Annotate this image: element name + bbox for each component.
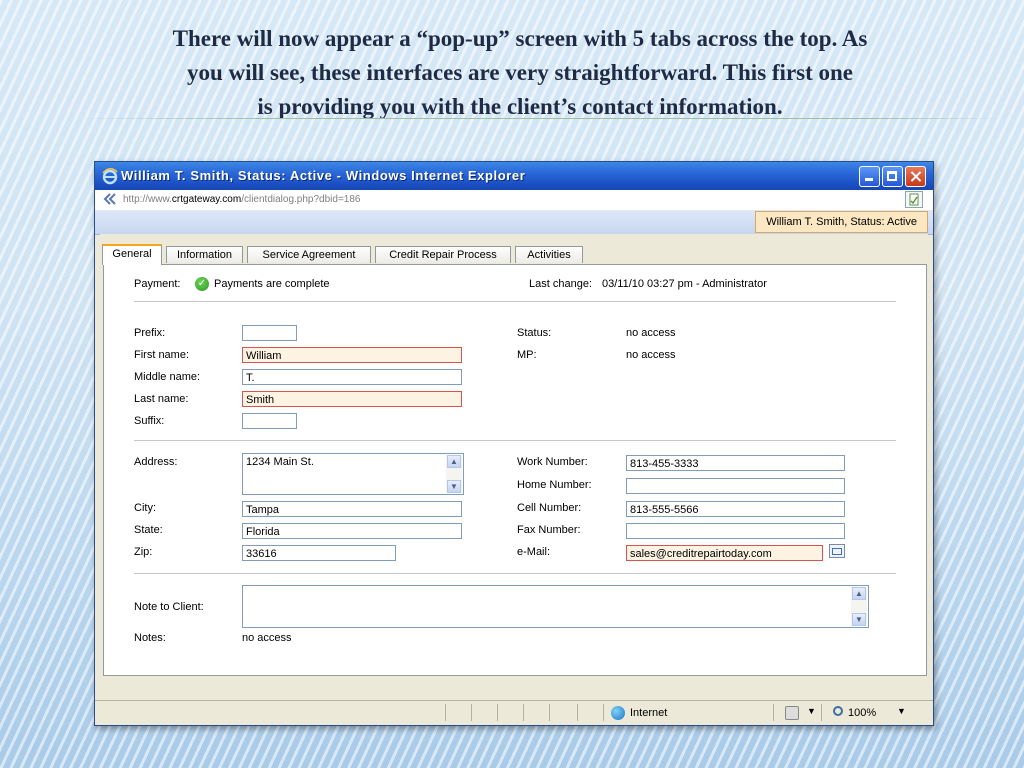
caption-line-2: you will see, these interfaces are very …	[186, 60, 854, 85]
status-value: no access	[626, 327, 676, 339]
status-divider	[549, 704, 550, 721]
zip-label: Zip:	[134, 546, 153, 558]
globe-icon	[611, 706, 625, 720]
address-path: /clientdialog.php?dbid=186	[241, 194, 361, 205]
status-label: Status:	[517, 327, 552, 339]
slide-caption: There will now appear a “pop-up” screen …	[60, 22, 980, 124]
mail-icon[interactable]	[829, 544, 845, 558]
general-panel: Payment: ✓ Payments are complete Last ch…	[103, 264, 927, 676]
minimize-button[interactable]	[859, 166, 880, 187]
payment-label: Payment:	[134, 278, 181, 290]
note-scrollbar[interactable]: ▲ ▼	[851, 587, 867, 626]
status-divider	[821, 704, 822, 721]
page-back-icon	[103, 193, 116, 205]
tab-general[interactable]: General	[102, 244, 162, 265]
title-bar[interactable]: William T. Smith, Status: Active - Windo…	[95, 162, 933, 190]
status-divider	[497, 704, 498, 721]
state-field[interactable]: Florida	[242, 523, 462, 539]
window-title: William T. Smith, Status: Active - Windo…	[121, 168, 526, 183]
middle-name-field[interactable]: T.	[242, 369, 462, 385]
mp-label: MP:	[517, 349, 537, 361]
ie-logo-icon	[102, 167, 118, 185]
fax-number-label: Fax Number:	[517, 524, 581, 536]
address-domain: crtgateway.com	[171, 194, 242, 205]
scroll-down-icon[interactable]: ▼	[852, 613, 866, 626]
notes-value: no access	[242, 632, 292, 644]
client-status-chip: William T. Smith, Status: Active	[755, 211, 928, 233]
dialog-content: General Information Service Agreement Cr…	[100, 234, 928, 700]
email-field[interactable]: sales@creditrepairtoday.com	[626, 545, 823, 561]
security-zone: Internet	[630, 707, 668, 719]
prefix-field[interactable]	[242, 325, 297, 341]
zoom-level[interactable]: 100%	[848, 707, 876, 719]
lock-icon[interactable]	[785, 706, 799, 720]
status-divider	[523, 704, 524, 721]
scroll-down-icon[interactable]: ▼	[447, 480, 461, 493]
divider	[134, 573, 896, 574]
maximize-button[interactable]	[882, 166, 903, 187]
chevron-down-icon[interactable]: ▼	[807, 706, 816, 716]
tab-service-agreement[interactable]: Service Agreement	[247, 246, 371, 263]
note-to-client-label: Note to Client:	[134, 601, 204, 613]
city-field[interactable]: Tampa	[242, 501, 462, 517]
address-label: Address:	[134, 456, 178, 468]
page-icon[interactable]	[905, 191, 923, 208]
close-button[interactable]	[905, 166, 926, 187]
address-bar[interactable]: http://www.crtgateway.com/clientdialog.p…	[95, 190, 933, 211]
status-divider	[471, 704, 472, 721]
checkmark-icon: ✓	[195, 277, 209, 291]
ie-window: William T. Smith, Status: Active - Windo…	[94, 161, 934, 726]
tab-credit-repair-process[interactable]: Credit Repair Process	[375, 246, 511, 263]
status-bar: Internet ▼ 100% ▼	[95, 700, 933, 725]
last-name-field[interactable]: Smith	[242, 391, 462, 407]
cell-number-label: Cell Number:	[517, 502, 582, 514]
address-textarea[interactable]: 1234 Main St. ▲ ▼	[242, 453, 464, 495]
address-scrollbar[interactable]: ▲ ▼	[446, 455, 462, 493]
status-divider	[603, 704, 604, 721]
first-name-label: First name:	[134, 349, 190, 361]
last-change-label: Last change:	[529, 278, 592, 290]
last-change-value: 03/11/10 03:27 pm - Administrator	[602, 278, 767, 290]
first-name-field[interactable]: William	[242, 347, 462, 363]
payment-status: Payments are complete	[214, 278, 330, 290]
scroll-up-icon[interactable]: ▲	[852, 587, 866, 600]
chevron-down-icon[interactable]: ▼	[897, 706, 906, 716]
caption-divider	[76, 118, 1006, 119]
mp-value: no access	[626, 349, 676, 361]
cell-number-field[interactable]: 813-555-5566	[626, 501, 845, 517]
status-divider	[773, 704, 774, 721]
zip-field[interactable]: 33616	[242, 545, 396, 561]
scroll-up-icon[interactable]: ▲	[447, 455, 461, 468]
last-name-label: Last name:	[134, 393, 189, 405]
middle-name-label: Middle name:	[134, 371, 201, 383]
fax-number-field[interactable]	[626, 523, 845, 539]
state-label: State:	[134, 524, 163, 536]
home-number-field[interactable]	[626, 478, 845, 494]
address-url[interactable]: http://www.crtgateway.com/clientdialog.p…	[123, 194, 360, 205]
divider	[134, 440, 896, 441]
suffix-label: Suffix:	[134, 415, 165, 427]
dialog-header: William T. Smith, Status: Active	[95, 210, 933, 235]
city-label: City:	[134, 502, 156, 514]
divider	[134, 301, 896, 302]
tab-information[interactable]: Information	[166, 246, 243, 263]
tab-activities[interactable]: Activities	[515, 246, 583, 263]
home-number-label: Home Number:	[517, 479, 592, 491]
prefix-label: Prefix:	[134, 327, 166, 339]
status-divider	[445, 704, 446, 721]
address-value: 1234 Main St.	[246, 456, 314, 468]
address-prefix: http://www.	[123, 194, 172, 205]
zoom-icon[interactable]	[833, 706, 843, 716]
note-to-client-textarea[interactable]: ▲ ▼	[242, 585, 869, 628]
email-label: e-Mail:	[517, 546, 551, 558]
status-divider	[577, 704, 578, 721]
caption-line-1: There will now appear a “pop-up” screen …	[172, 26, 868, 51]
work-number-label: Work Number:	[517, 456, 588, 468]
notes-label: Notes:	[134, 632, 166, 644]
work-number-field[interactable]: 813-455-3333	[626, 455, 845, 471]
suffix-field[interactable]	[242, 413, 297, 429]
